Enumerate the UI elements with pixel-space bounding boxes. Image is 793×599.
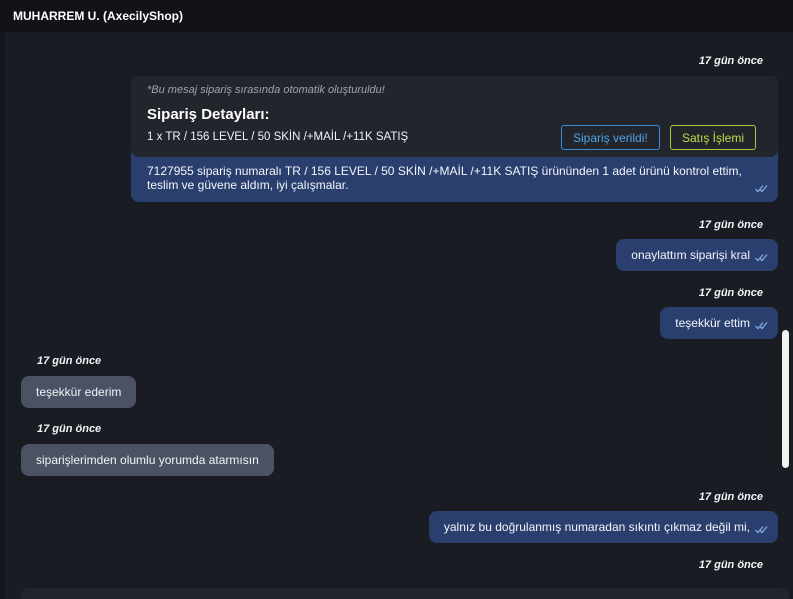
message-timestamp: 17 gün önce	[698, 491, 763, 503]
outgoing-message: teşekkür ettim	[660, 307, 778, 339]
incoming-message: siparişlerimden olumlu yorumda atarmısın	[21, 444, 274, 476]
order-confirmation-text: 7127955 sipariş numaralı TR / 156 LEVEL …	[147, 164, 742, 192]
message-timestamp: 17 gün önce	[698, 287, 763, 299]
message-timestamp: 17 gün önce	[698, 219, 763, 231]
order-item-line: 1 x TR / 156 LEVEL / 50 SKİN /+MAİL /+11…	[147, 131, 409, 143]
message-text: teşekkür ederim	[36, 385, 122, 399]
order-card: *Bu mesaj sipariş sırasında otomatik olu…	[131, 76, 778, 202]
incoming-message: teşekkür ederim	[21, 376, 137, 408]
auto-generated-note: *Bu mesaj sipariş sırasında otomatik olu…	[147, 84, 385, 96]
message-text: teşekkür ettim	[675, 316, 750, 330]
order-details: *Bu mesaj sipariş sırasında otomatik olu…	[131, 76, 778, 157]
double-check-icon	[755, 526, 768, 534]
partial-order-card	[21, 588, 789, 599]
message-list[interactable]: 17 gün önce *Bu mesaj sipariş sırasında …	[5, 32, 793, 599]
order-placed-button[interactable]: Sipariş verildi!	[561, 125, 660, 150]
double-check-icon	[755, 185, 768, 193]
message-timestamp: 17 gün önce	[37, 423, 102, 435]
message-timestamp: 17 gün önce	[698, 55, 763, 67]
message-timestamp: 17 gün önce	[698, 559, 763, 571]
outgoing-message: onaylattım siparişi kral	[616, 239, 778, 271]
outgoing-message: yalnız bu doğrulanmış numaradan sıkıntı …	[428, 511, 778, 543]
sale-process-button[interactable]: Satış İşlemi	[670, 125, 757, 150]
contact-name: MUHARREM U. (AxecilyShop)	[13, 9, 184, 23]
chat-header: MUHARREM U. (AxecilyShop)	[0, 0, 793, 32]
scrollbar-thumb[interactable]	[782, 330, 789, 468]
double-check-icon	[755, 322, 768, 330]
message-timestamp: 17 gün önce	[37, 355, 102, 367]
message-text: yalnız bu doğrulanmış numaradan sıkıntı …	[443, 520, 750, 534]
double-check-icon	[755, 254, 768, 262]
order-title: Sipariş Detayları:	[147, 106, 270, 123]
message-text: onaylattım siparişi kral	[631, 248, 750, 262]
message-text: siparişlerimden olumlu yorumda atarmısın	[36, 453, 259, 467]
